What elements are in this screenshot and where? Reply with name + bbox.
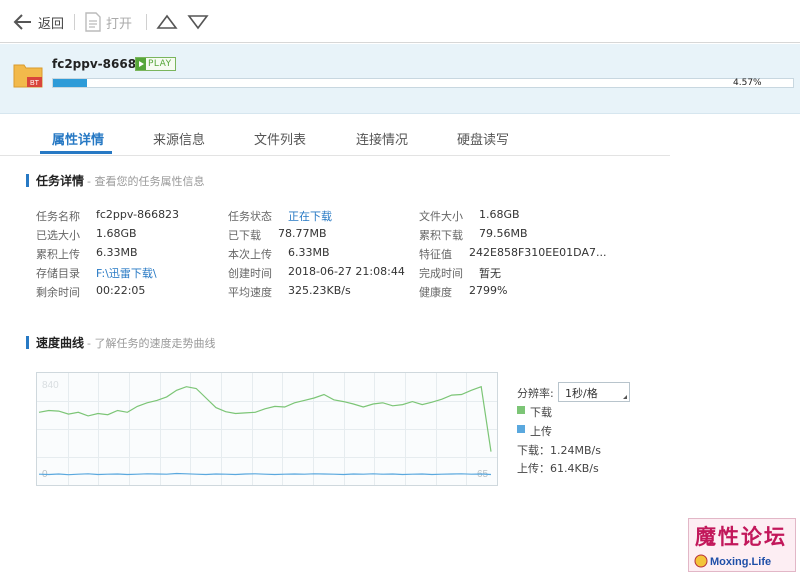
tab-disk-io[interactable]: 硬盘读写: [457, 129, 509, 148]
detail-value: 2018-06-27 21:08:44: [288, 265, 405, 278]
dropdown-arrow-icon: [623, 395, 627, 399]
detail-label: 任务状态: [228, 210, 272, 223]
detail-label: 已选大小: [36, 229, 80, 242]
chart-grid: [37, 373, 497, 485]
arrow-left-icon: [13, 14, 31, 30]
progress-percent: 4.57%: [733, 78, 762, 88]
download-rate: 下载：1.24MB/s: [517, 444, 601, 457]
detail-value: 2799%: [469, 284, 508, 297]
watermark-logo: 魔性论坛 Moxing.Life: [688, 518, 796, 572]
move-down-button[interactable]: [187, 10, 209, 34]
legend-upload: 上传: [530, 425, 552, 438]
download-legend-swatch: [517, 406, 525, 414]
task-header: BT fc2ppv-866823 PLAY 4.57%: [0, 44, 800, 114]
detail-label: 本次上传: [228, 248, 272, 261]
play-icon: [136, 58, 146, 70]
triangle-down-icon: [187, 15, 209, 30]
detail-label: 任务名称: [36, 210, 80, 223]
legend-download: 下载: [530, 406, 552, 419]
detail-label: 完成时间: [419, 267, 463, 280]
detail-label: 累积下载: [419, 229, 463, 242]
play-button[interactable]: PLAY: [135, 57, 176, 71]
storage-dir-link[interactable]: F:\迅雷下载\: [96, 265, 157, 281]
moxing-life-logo: 魔性论坛 Moxing.Life: [694, 524, 787, 568]
detail-label: 平均速度: [228, 286, 272, 299]
upload-series-line: [38, 472, 492, 476]
download-series-line: [38, 385, 492, 452]
resolution-select[interactable]: 1秒/格: [558, 382, 630, 402]
section-marker: [26, 174, 29, 187]
details-title: 任务详情: [36, 174, 85, 188]
open-label: 打开: [106, 16, 133, 32]
toolbar-divider: [146, 14, 147, 30]
open-button[interactable]: 打开: [84, 10, 132, 34]
upload-rate: 上传：61.4KB/s: [517, 462, 599, 475]
speed-chart-svg: 840 0 65: [37, 373, 497, 485]
move-up-button[interactable]: [156, 10, 178, 34]
detail-label: 已下载: [228, 229, 261, 242]
tab-connections[interactable]: 连接情况: [356, 129, 408, 148]
tab-file-list[interactable]: 文件列表: [254, 129, 306, 148]
speed-subtitle: - 了解任务的速度走势曲线: [87, 336, 216, 350]
detail-value: 1.68GB: [96, 227, 137, 240]
detail-value: 325.23KB/s: [288, 284, 351, 297]
detail-value: 78.77MB: [278, 227, 327, 240]
detail-value: fc2ppv-866823: [96, 208, 180, 221]
tab-bar: 属性详情 来源信息 文件列表 连接情况 硬盘读写: [0, 114, 670, 156]
detail-value: 6.33MB: [288, 246, 330, 259]
speed-heading: 速度曲线 - 了解任务的速度走势曲线: [26, 334, 215, 351]
section-marker: [26, 336, 29, 349]
detail-label: 特征值: [419, 248, 452, 261]
detail-value: 242E858F310EE01DA7...: [469, 246, 607, 259]
details-subtitle: - 查看您的任务属性信息: [87, 174, 205, 188]
detail-value: 00:22:05: [96, 284, 146, 297]
speed-chart: 840 0 65: [36, 372, 498, 486]
detail-label: 存储目录: [36, 267, 80, 280]
details-heading: 任务详情 - 查看您的任务属性信息: [26, 172, 204, 189]
detail-label: 健康度: [419, 286, 452, 299]
play-label: PLAY: [148, 59, 172, 69]
upload-legend-swatch: [517, 425, 525, 433]
progress-bar: [52, 78, 794, 88]
resolution-label: 分辨率:: [517, 387, 554, 400]
bt-folder-icon: BT: [13, 64, 43, 88]
speed-title: 速度曲线: [36, 336, 85, 350]
detail-value: 79.56MB: [479, 227, 528, 240]
detail-value: 暂无: [479, 267, 501, 280]
detail-label: 文件大小: [419, 210, 463, 223]
progress-fill: [53, 79, 87, 87]
tab-properties[interactable]: 属性详情: [52, 129, 104, 148]
detail-label: 创建时间: [228, 267, 272, 280]
detail-label: 累积上传: [36, 248, 80, 261]
triangle-up-icon: [156, 14, 178, 29]
folder-badge-text: BT: [30, 80, 40, 87]
back-button[interactable]: 返回: [12, 10, 64, 34]
y-max-label: 840: [42, 380, 59, 391]
svg-text:魔性论坛: 魔性论坛: [695, 524, 787, 549]
document-icon: [85, 12, 101, 32]
detail-value: 6.33MB: [96, 246, 138, 259]
back-label: 返回: [38, 16, 65, 32]
active-tab-indicator: [40, 151, 112, 154]
svg-text:Moxing.Life: Moxing.Life: [710, 556, 771, 568]
tab-source-info[interactable]: 来源信息: [153, 129, 205, 148]
toolbar-divider: [74, 14, 75, 30]
toolbar: 返回 打开: [0, 0, 800, 43]
resolution-value: 1秒/格: [565, 387, 598, 400]
task-status-value: 正在下载: [288, 210, 332, 223]
detail-value: 1.68GB: [479, 208, 520, 221]
detail-label: 剩余时间: [36, 286, 80, 299]
